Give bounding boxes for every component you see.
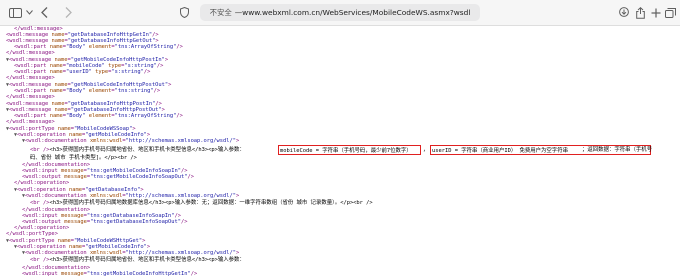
xml-line: </wsdl:message> — [6, 94, 55, 100]
tabs-icon[interactable] — [664, 4, 676, 21]
xml-line: 码、省份 城市 手机卡类型]。</p><br /> — [30, 155, 137, 161]
share-icon[interactable] — [634, 4, 646, 21]
sidebar-icon[interactable] — [6, 4, 24, 21]
chevron-down-icon[interactable] — [24, 4, 34, 21]
back-button[interactable] — [38, 4, 50, 21]
url-text: www.webxml.com.cn/WebServices/MobileCode… — [242, 8, 471, 17]
address-bar[interactable]: 不安全 — www.webxml.com.cn/WebServices/Mobi… — [200, 4, 480, 21]
xml-line: ▼<wsdl:documentation xmlns:wsdl="http://… — [22, 138, 240, 144]
xml-document-view: </wsdl:message> <wsdl:message name="getDa… — [0, 26, 680, 280]
url-separator: — — [234, 8, 243, 17]
chevron-right-icon — [65, 7, 72, 18]
xml-line: </wsdl:message> — [6, 50, 55, 56]
insecure-label: 不安全 — [209, 8, 232, 17]
xml-line: <wsdl:input message="tns:getMobileCodeIn… — [22, 271, 198, 277]
xml-line: <br /><h3>获得国内手机号码归属地数据库信息</h3><p>输入参数：无… — [30, 200, 373, 206]
download-icon[interactable] — [618, 4, 630, 21]
shield-icon[interactable] — [178, 4, 190, 21]
xml-line: <br /><h3>获得国内手机号码归属地省份、地区和手机卡类型信息</h3><… — [30, 257, 245, 263]
xml-line: <br /><h3>获得国内手机号码归属地省份、地区和手机卡类型信息</h3><… — [30, 147, 245, 153]
forward-button[interactable] — [62, 4, 74, 21]
highlight-text: mobileCode = 字符串（手机号码，最少前7位数字） — [280, 147, 412, 154]
xml-line: </wsdl:message> — [6, 75, 55, 81]
xml-line: ▼<wsdl:documentation xmlns:wsdl="http://… — [22, 250, 240, 256]
xml-line: </wsdl:operation> — [14, 180, 70, 186]
highlight-trailing-text: ；返回数据：字符串（手机号 — [582, 147, 653, 153]
xml-line: ▼<wsdl:documentation xmlns:wsdl="http://… — [22, 193, 240, 199]
xml-line: </wsdl:portType> — [6, 231, 58, 237]
browser-toolbar: 不安全 — www.webxml.com.cn/WebServices/Mobi… — [0, 0, 680, 26]
highlight-separator: ， — [423, 147, 429, 153]
xml-line: </wsdl:message> — [6, 119, 55, 125]
highlight-text: userID = 字符串（商业用户ID） 免费用户为空字符串 — [432, 147, 568, 154]
plus-icon[interactable] — [650, 4, 662, 21]
highlight-mobilecode-param: mobileCode = 字符串（手机号码，最少前7位数字） — [278, 145, 421, 155]
chevron-left-icon — [40, 7, 47, 18]
